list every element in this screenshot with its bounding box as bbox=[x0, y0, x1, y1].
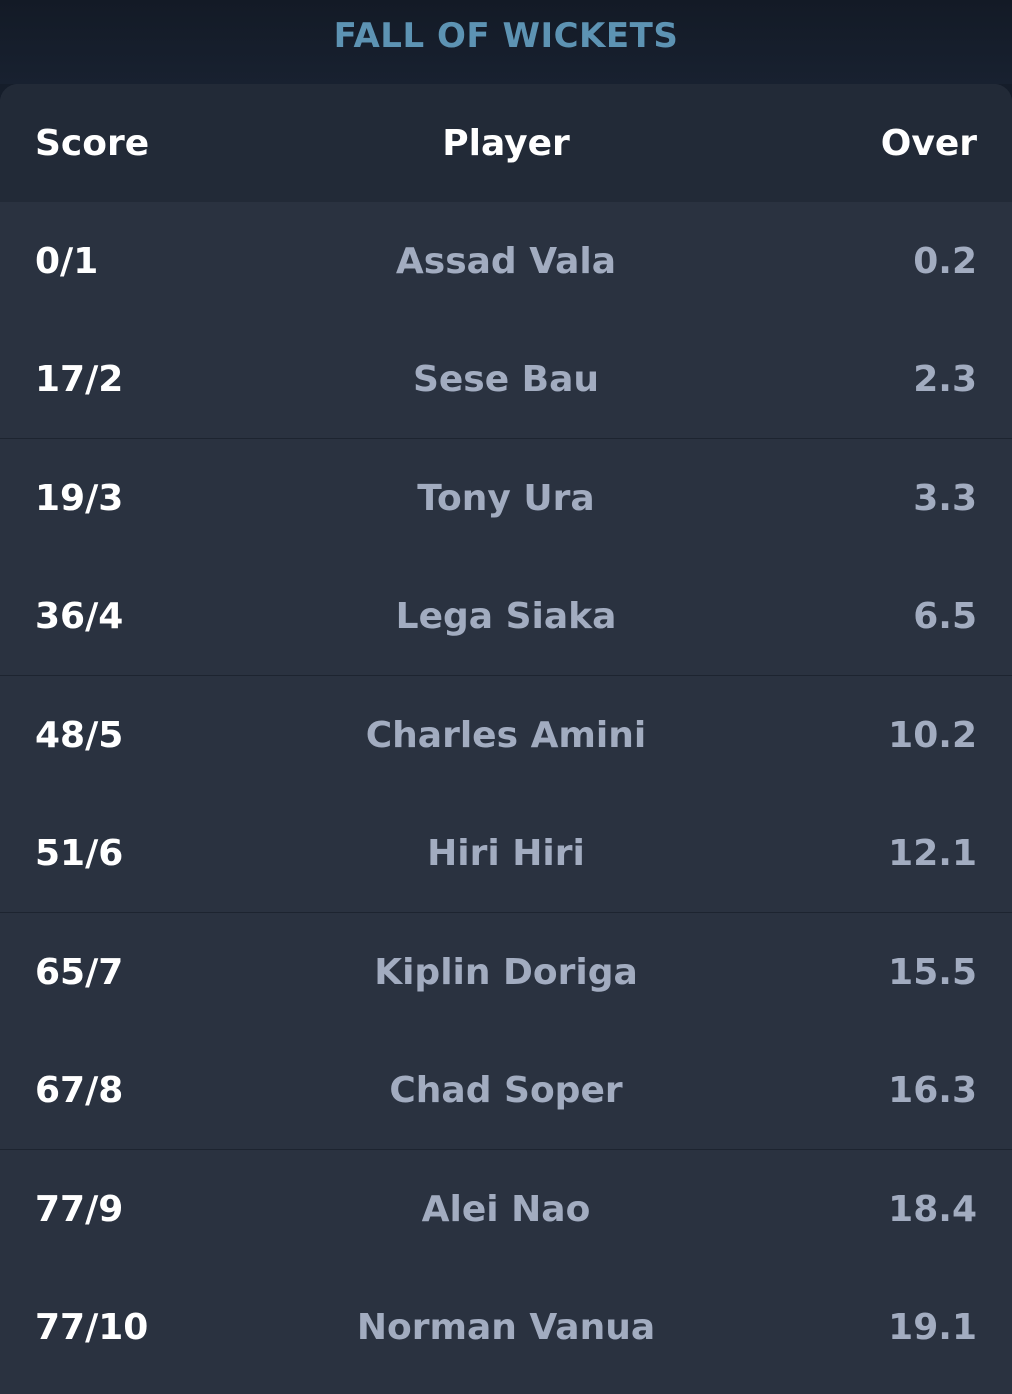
player-cell: Charles Amini bbox=[365, 715, 647, 756]
over-cell: 19.1 bbox=[888, 1307, 977, 1348]
table-header-row: Score Player Over bbox=[0, 84, 1012, 202]
column-header-over: Over bbox=[880, 123, 977, 164]
over-cell: 6.5 bbox=[913, 596, 977, 637]
column-header-player: Player bbox=[442, 123, 570, 164]
table-body: 0/1 Assad Vala 0.2 17/2 Sese Bau 2.3 19/… bbox=[0, 202, 1012, 1386]
table-row: 36/4 Lega Siaka 6.5 bbox=[0, 557, 1012, 676]
table-row: 77/9 Alei Nao 18.4 bbox=[0, 1150, 1012, 1268]
player-cell: Chad Soper bbox=[389, 1070, 623, 1111]
table-row: 19/3 Tony Ura 3.3 bbox=[0, 439, 1012, 557]
table-row: 51/6 Hiri Hiri 12.1 bbox=[0, 794, 1012, 913]
table-row: 67/8 Chad Soper 16.3 bbox=[0, 1031, 1012, 1150]
over-cell: 16.3 bbox=[888, 1070, 977, 1111]
player-cell: Kiplin Doriga bbox=[374, 952, 638, 993]
over-cell: 18.4 bbox=[888, 1189, 977, 1230]
player-cell: Tony Ura bbox=[417, 478, 595, 519]
page-title: FALL OF WICKETS bbox=[333, 16, 679, 56]
table-row: 0/1 Assad Vala 0.2 bbox=[0, 202, 1012, 320]
table-row: 17/2 Sese Bau 2.3 bbox=[0, 320, 1012, 439]
player-cell: Sese Bau bbox=[412, 359, 600, 400]
table-row: 65/7 Kiplin Doriga 15.5 bbox=[0, 913, 1012, 1031]
over-cell: 10.2 bbox=[888, 715, 977, 756]
player-cell: Norman Vanua bbox=[356, 1307, 656, 1348]
player-cell: Lega Siaka bbox=[395, 596, 617, 637]
title-bar: FALL OF WICKETS bbox=[0, 0, 1012, 84]
over-cell: 3.3 bbox=[913, 478, 977, 519]
over-cell: 0.2 bbox=[913, 241, 977, 282]
fall-of-wickets-table: Score Player Over 0/1 Assad Vala 0.2 17/… bbox=[0, 84, 1012, 1394]
table-row: 48/5 Charles Amini 10.2 bbox=[0, 676, 1012, 794]
player-cell: Hiri Hiri bbox=[427, 833, 585, 874]
over-cell: 12.1 bbox=[888, 833, 977, 874]
over-cell: 15.5 bbox=[888, 952, 977, 993]
player-cell: Alei Nao bbox=[421, 1189, 591, 1230]
player-cell: Assad Vala bbox=[395, 241, 617, 282]
over-cell: 2.3 bbox=[913, 359, 977, 400]
table-row: 77/10 Norman Vanua 19.1 bbox=[0, 1268, 1012, 1386]
